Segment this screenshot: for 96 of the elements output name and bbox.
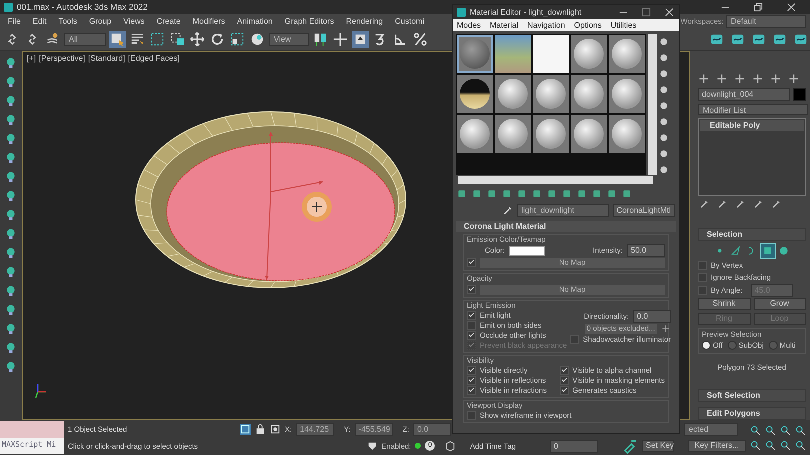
window-crossing-icon[interactable] [169, 30, 186, 48]
menu-item[interactable]: Animation [237, 16, 273, 26]
checkbox[interactable] [560, 386, 569, 395]
menu-item[interactable]: Edit [32, 16, 47, 26]
menu-item[interactable]: Navigation [527, 20, 566, 30]
lock-icon[interactable] [255, 424, 266, 434]
modifier-list-dropdown[interactable]: Modifier List [698, 104, 808, 116]
menu-item[interactable]: Modes [457, 20, 482, 30]
y-coordinate-field[interactable]: -455.549 [354, 422, 393, 436]
intensity-field[interactable]: 50.0 [627, 244, 665, 257]
selection-button[interactable]: Grow [754, 298, 806, 310]
app-logo-icon [4, 2, 13, 12]
viewport-label[interactable]: [Edged Faces] [128, 54, 180, 63]
checkbox[interactable] [467, 311, 476, 320]
checkbox[interactable] [698, 273, 707, 282]
object-name-field[interactable]: downlight_004 [698, 88, 790, 102]
object-color-swatch[interactable] [793, 88, 806, 102]
checkbox[interactable] [467, 376, 476, 385]
percent-snap-icon[interactable] [412, 30, 429, 48]
restore-icon[interactable] [754, 2, 763, 12]
checkbox[interactable] [560, 376, 569, 385]
enabled-indicator-icon [415, 443, 422, 449]
cube-icon[interactable] [445, 440, 456, 452]
scale-icon[interactable] [229, 30, 246, 48]
add-icon[interactable] [661, 324, 672, 334]
reference-coordinate-dropdown[interactable]: View [269, 32, 309, 46]
selection-filter-dropdown[interactable]: All [64, 32, 106, 46]
polygon-mode-icon[interactable] [761, 244, 775, 258]
checkbox[interactable] [570, 335, 580, 344]
keyboard-override-icon[interactable] [352, 30, 369, 48]
scrollbar[interactable] [648, 34, 657, 175]
checkbox[interactable] [467, 386, 476, 395]
checkbox[interactable] [467, 285, 476, 294]
edge-mode-icon[interactable] [729, 244, 743, 258]
x-coordinate-field[interactable]: 144.725 [296, 422, 334, 436]
menu-item[interactable]: Options [574, 20, 602, 30]
checkbox[interactable] [467, 321, 476, 330]
menu-item[interactable]: Material [490, 20, 518, 30]
set-key-button[interactable]: Set Key [642, 440, 674, 452]
checkbox[interactable] [698, 261, 707, 270]
select-object-icon[interactable] [109, 30, 126, 48]
modifier-stack-item[interactable]: Editable Poly [700, 120, 804, 132]
close-icon[interactable] [665, 8, 674, 16]
checkbox[interactable] [560, 366, 569, 375]
menu-item[interactable]: Modifiers [192, 16, 226, 26]
set-key-icon[interactable] [622, 438, 638, 454]
radio-button[interactable] [702, 341, 711, 350]
axis-tripod-icon [35, 383, 47, 399]
viewport-label[interactable]: [+] [27, 54, 36, 63]
radio-button[interactable] [728, 341, 737, 350]
menu-item[interactable]: Rendering [346, 16, 384, 26]
emission-color-swatch[interactable] [509, 246, 546, 256]
material-editor-logo-icon [457, 8, 466, 16]
menu-item[interactable]: Tools [58, 16, 78, 26]
key-mode-dropdown[interactable]: ected [684, 422, 738, 436]
checkbox[interactable] [467, 411, 476, 420]
workspaces-dropdown[interactable]: Default [726, 14, 806, 28]
eyedropper-icon[interactable] [503, 206, 513, 216]
adaptive-degradation-icon[interactable] [366, 440, 378, 452]
move-icon[interactable] [189, 30, 206, 48]
close-icon[interactable] [787, 2, 796, 12]
crosshair-icon[interactable] [332, 30, 349, 48]
absolute-mode-icon[interactable] [270, 424, 281, 434]
rectangle-selection-icon[interactable] [149, 30, 166, 48]
z-coordinate-field[interactable]: 0.0 [413, 422, 452, 436]
light-target-icon[interactable] [302, 192, 332, 222]
material-type-button[interactable]: CoronaLightMtl [612, 204, 675, 217]
menu-item[interactable]: Create [156, 16, 181, 26]
scrollbar[interactable] [458, 176, 653, 184]
key-filters-button[interactable]: Key Filters... [688, 440, 746, 452]
radio-button[interactable] [768, 341, 778, 350]
menu-item[interactable]: Group [89, 16, 112, 26]
viewport-label[interactable]: [Perspective] [39, 54, 86, 63]
checkbox[interactable] [467, 366, 476, 375]
maxscript-listener-field[interactable] [0, 421, 64, 438]
directionality-field[interactable]: 0.0 [633, 310, 672, 323]
menu-item[interactable]: File [8, 16, 21, 26]
viewport-label[interactable]: [Standard] [88, 54, 126, 63]
create-icon[interactable] [698, 73, 710, 86]
selection-button[interactable]: Shrink [698, 298, 750, 310]
menu-item[interactable]: Graph Editors [284, 16, 334, 26]
menu-item[interactable]: Customi [395, 16, 424, 26]
checkbox[interactable] [467, 258, 476, 267]
light-bulb-icon[interactable] [5, 57, 17, 69]
menu-item[interactable]: Views [124, 16, 145, 26]
isolate-selection-icon[interactable] [240, 424, 251, 434]
checkbox[interactable] [698, 286, 707, 294]
element-mode-icon[interactable] [777, 244, 791, 258]
menu-item[interactable]: Utilities [610, 20, 637, 30]
zoom-icon[interactable] [750, 424, 761, 436]
material-name-dropdown[interactable]: light_downlight [516, 204, 609, 217]
frame-field[interactable]: 0 [550, 440, 598, 452]
material-editor-title: Material Editor - light_downlight [470, 8, 582, 16]
window-title: 001.max - Autodesk 3ds Max 2022 [17, 2, 148, 12]
material-slot[interactable] [457, 75, 493, 113]
checkbox[interactable] [467, 331, 476, 340]
